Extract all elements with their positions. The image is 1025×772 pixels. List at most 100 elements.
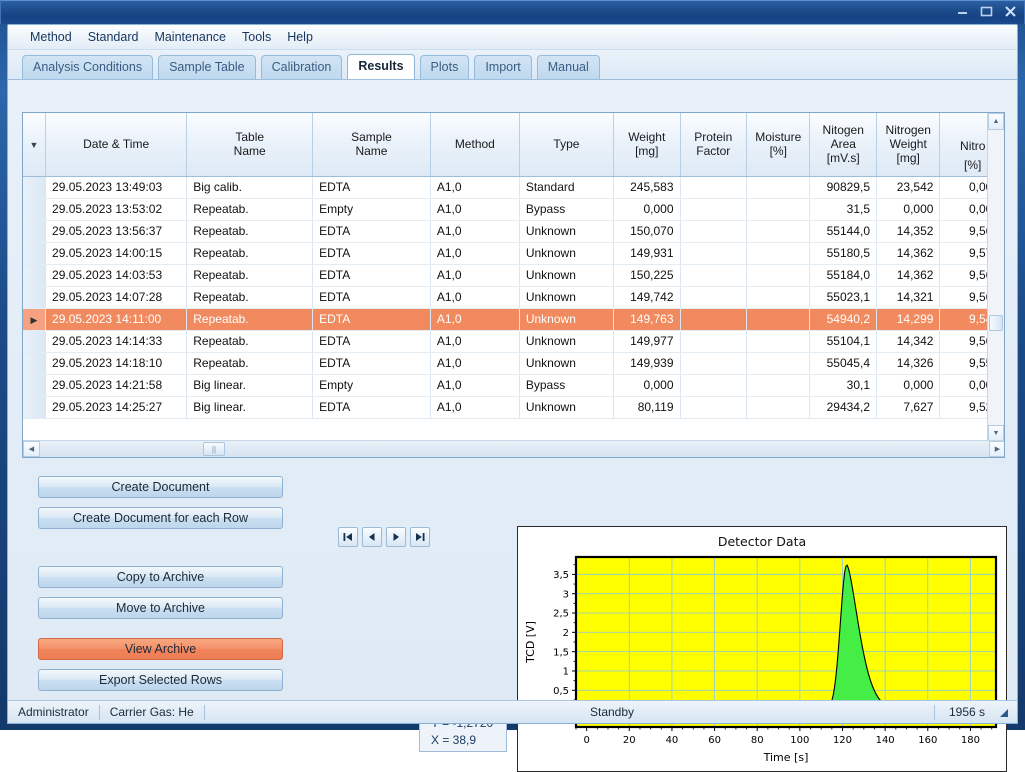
table-row[interactable]: 29.05.2023 14:18:10 Repeatab. EDTA A1,0 Unkn… [23,352,1004,375]
cell-datetime[interactable]: 29.05.2023 14:07:28 [45,286,188,309]
col-header-protein-factor[interactable]: Protein Factor [680,113,748,177]
menu-standard[interactable]: Standard [80,27,147,47]
cell-type[interactable]: Unknown [519,352,615,375]
results-grid[interactable]: ▼ Date & Time Table Name Sample Name Met… [22,112,1005,458]
cell-table-name[interactable]: Repeatab. [186,220,314,243]
cell-nitrogen-area[interactable]: 55023,1 [809,286,877,309]
table-row[interactable]: ▶ 29.05.2023 14:11:00 Repeatab. EDTA A1,0 Unk… [23,308,1004,331]
cell-sample-name[interactable]: EDTA [312,220,431,243]
cell-type[interactable]: Unknown [519,330,615,353]
cell-datetime[interactable]: 29.05.2023 14:18:10 [45,352,188,375]
row-selector-cell[interactable] [23,396,47,419]
minimize-button[interactable] [955,4,970,19]
cell-nitrogen-area[interactable]: 29434,2 [809,396,877,419]
cell-protein-factor[interactable] [680,308,748,331]
menu-tools[interactable]: Tools [234,27,279,47]
tab-sample-table[interactable]: Sample Table [158,55,256,79]
table-row[interactable]: 29.05.2023 14:07:28 Repeatab. EDTA A1,0 Unkn… [23,286,1004,309]
cell-sample-name[interactable]: Empty [312,198,431,221]
cell-protein-factor[interactable] [680,352,748,375]
cell-sample-name[interactable]: Empty [312,374,431,397]
cell-table-name[interactable]: Big linear. [186,396,314,419]
cell-moisture[interactable] [746,286,811,309]
cell-method[interactable]: A1,0 [430,264,520,287]
col-header-moisture[interactable]: Moisture [%] [746,113,811,177]
cell-nitrogen-area[interactable]: 55180,5 [809,242,877,265]
col-header-table-name[interactable]: Table Name [186,113,314,177]
row-selector-header[interactable]: ▼ [23,113,47,177]
export-selected-rows-button[interactable]: Export Selected Rows [38,669,283,691]
cell-moisture[interactable] [746,396,811,419]
previous-record-button[interactable] [362,527,382,547]
cell-weight[interactable]: 149,763 [613,308,681,331]
row-selector-cell[interactable] [23,374,47,397]
menu-maintenance[interactable]: Maintenance [146,27,234,47]
cell-datetime[interactable]: 29.05.2023 14:14:33 [45,330,188,353]
cell-moisture[interactable] [746,220,811,243]
cell-weight[interactable]: 0,000 [613,374,681,397]
vscroll-thumb[interactable] [989,315,1003,331]
cell-weight[interactable]: 0,000 [613,198,681,221]
cell-table-name[interactable]: Repeatab. [186,330,314,353]
cell-nitrogen-weight[interactable]: 14,299 [876,308,941,331]
next-record-button[interactable] [386,527,406,547]
cell-datetime[interactable]: 29.05.2023 13:56:37 [45,220,188,243]
cell-sample-name[interactable]: EDTA [312,330,431,353]
cell-nitrogen-area[interactable]: 30,1 [809,374,877,397]
cell-weight[interactable]: 149,939 [613,352,681,375]
cell-nitrogen-area[interactable]: 90829,5 [809,176,877,199]
row-selector-cell[interactable]: ▶ [23,308,47,331]
cell-table-name[interactable]: Repeatab. [186,286,314,309]
scroll-right-icon[interactable]: ▶ [989,441,1004,457]
row-selector-cell[interactable] [23,264,47,287]
cell-nitrogen-weight[interactable]: 14,362 [876,242,941,265]
cell-nitrogen-area[interactable]: 55045,4 [809,352,877,375]
cell-table-name[interactable]: Repeatab. [186,352,314,375]
cell-weight[interactable]: 80,119 [613,396,681,419]
table-row[interactable]: 29.05.2023 14:00:15 Repeatab. EDTA A1,0 Unkn… [23,242,1004,265]
copy-to-archive-button[interactable]: Copy to Archive [38,566,283,588]
cell-method[interactable]: A1,0 [430,286,520,309]
cell-table-name[interactable]: Repeatab. [186,198,314,221]
close-button[interactable] [1003,4,1018,19]
cell-nitrogen-area[interactable]: 31,5 [809,198,877,221]
cell-type[interactable]: Standard [519,176,615,199]
cell-protein-factor[interactable] [680,286,748,309]
col-header-type[interactable]: Type [519,113,615,177]
cell-weight[interactable]: 149,977 [613,330,681,353]
cell-type[interactable]: Unknown [519,396,615,419]
table-row[interactable]: 29.05.2023 14:14:33 Repeatab. EDTA A1,0 Unkn… [23,330,1004,353]
cell-type[interactable]: Unknown [519,220,615,243]
cell-nitrogen-weight[interactable]: 14,326 [876,352,941,375]
first-record-button[interactable] [338,527,358,547]
cell-nitrogen-weight[interactable]: 14,352 [876,220,941,243]
cell-weight[interactable]: 149,742 [613,286,681,309]
row-selector-cell[interactable] [23,330,47,353]
cell-sample-name[interactable]: EDTA [312,308,431,331]
row-selector-cell[interactable] [23,220,47,243]
cell-moisture[interactable] [746,176,811,199]
row-selector-cell[interactable] [23,198,47,221]
scroll-up-icon[interactable]: ▲ [988,113,1004,130]
menu-help[interactable]: Help [279,27,321,47]
cell-type[interactable]: Unknown [519,264,615,287]
cell-method[interactable]: A1,0 [430,330,520,353]
cell-sample-name[interactable]: EDTA [312,242,431,265]
cell-sample-name[interactable]: EDTA [312,352,431,375]
cell-datetime[interactable]: 29.05.2023 14:21:58 [45,374,188,397]
cell-nitrogen-weight[interactable]: 14,362 [876,264,941,287]
cell-method[interactable]: A1,0 [430,176,520,199]
cell-nitrogen-weight[interactable]: 0,000 [876,374,941,397]
cell-sample-name[interactable]: EDTA [312,396,431,419]
cell-method[interactable]: A1,0 [430,374,520,397]
resize-grip-icon[interactable] [999,707,1009,717]
cell-sample-name[interactable]: EDTA [312,176,431,199]
cell-weight[interactable]: 150,070 [613,220,681,243]
cell-type[interactable]: Unknown [519,242,615,265]
cell-method[interactable]: A1,0 [430,308,520,331]
grid-horizontal-scrollbar[interactable]: ◀ || ▶ [23,440,1004,457]
col-header-nitrogen-weight[interactable]: Nitrogen Weight [mg] [876,113,941,177]
create-document-each-row-button[interactable]: Create Document for each Row [38,507,283,529]
cell-nitrogen-weight[interactable]: 14,342 [876,330,941,353]
tab-plots[interactable]: Plots [419,55,470,79]
